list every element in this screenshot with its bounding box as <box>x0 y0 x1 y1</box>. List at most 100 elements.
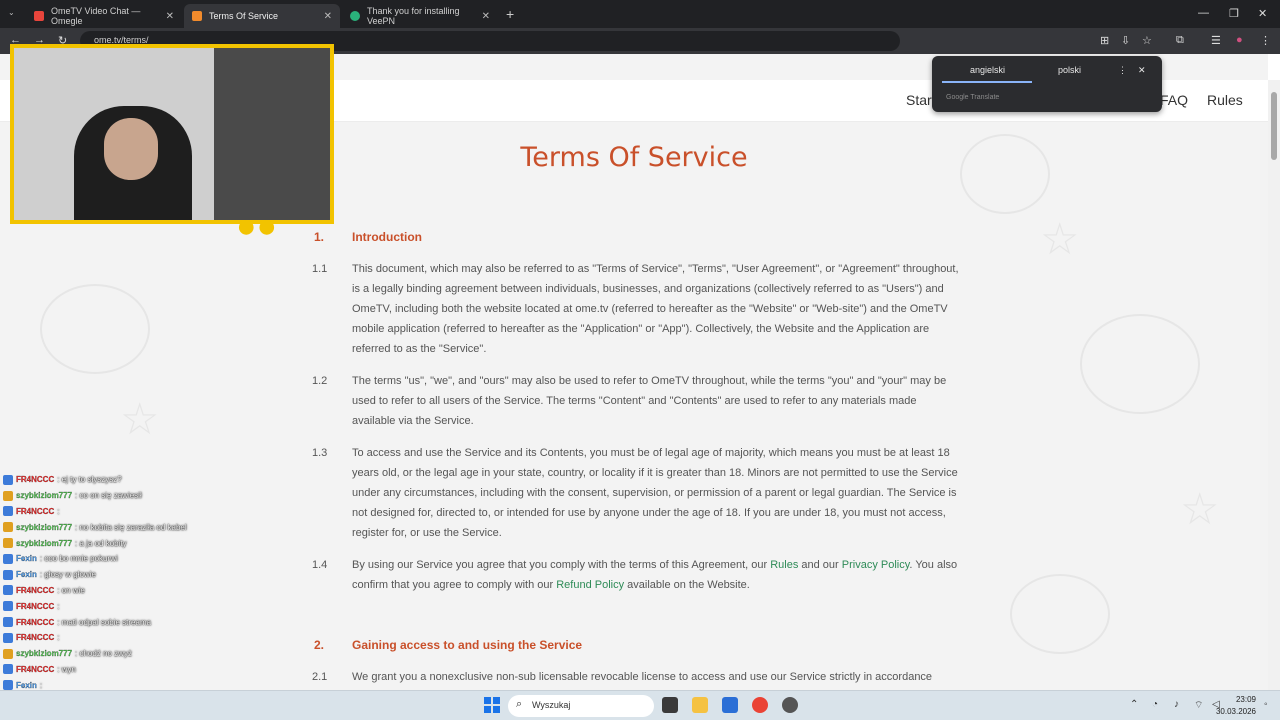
chat-message: FR4NCCC: <box>0 504 250 520</box>
paragraph-1-1: This document, which may also be referre… <box>352 263 959 355</box>
browser-tab-strip: ⌄ OmeTV Video Chat — Omegle ✕ Terms Of S… <box>0 0 1280 28</box>
chat-message: FR4NCCC: ej ty to słyszysz? <box>0 472 250 488</box>
store-icon[interactable] <box>722 697 738 713</box>
chat-message: FR4NCCC: on wie <box>0 583 250 599</box>
close-tab-icon[interactable]: ✕ <box>166 11 174 22</box>
chat-username: FR4NCCC <box>16 617 55 627</box>
paragraph-1-3: To access and use the Service and its Co… <box>352 447 958 539</box>
close-window-icon[interactable]: ✕ <box>1258 7 1267 20</box>
tab-terms-of-service[interactable]: Terms Of Service ✕ <box>184 4 340 28</box>
chat-message: Fexin: coo bo mnie pokurwi <box>0 551 250 567</box>
windows-start-icon[interactable] <box>484 697 500 713</box>
translate-source-language-tab[interactable]: angielski <box>970 65 1005 75</box>
wifi-icon[interactable]: ⌔ <box>1194 699 1203 712</box>
background-doodle <box>40 284 150 374</box>
nav-faq-link[interactable]: FAQ <box>1160 92 1188 108</box>
translate-icon[interactable]: ⊞ <box>1100 34 1109 47</box>
network-icon[interactable]: ◔ <box>1152 699 1158 710</box>
refund-policy-link[interactable]: Refund Policy <box>556 579 624 591</box>
chat-badge-icon <box>3 553 13 564</box>
chat-username: szybkiziom777 <box>16 491 73 501</box>
chat-badge-icon <box>3 680 13 690</box>
nav-rules-link[interactable]: Rules <box>1207 92 1243 108</box>
tab-search-chevron-icon[interactable]: ⌄ <box>8 8 15 17</box>
chat-message: Fexin: głosy w głowie <box>0 567 250 583</box>
new-tab-plus-icon[interactable]: + <box>506 6 514 22</box>
chat-text: : co on się zawiesił <box>75 491 142 501</box>
page-scrollbar[interactable] <box>1268 80 1280 690</box>
rules-link[interactable]: Rules <box>770 559 798 571</box>
taskbar-search-box[interactable]: ⌕ Wyszukaj <box>508 695 654 717</box>
task-view-icon[interactable] <box>662 697 678 713</box>
microphone-icon[interactable]: ♪ <box>1174 699 1179 710</box>
streamer-face <box>104 118 158 180</box>
chat-message: szybkiziom777: chodź no zwyż <box>0 646 250 662</box>
terms-favicon-icon <box>192 11 202 21</box>
taskbar-clock[interactable]: 23:09 30.03.2026 <box>1216 694 1256 718</box>
paragraph-1-4: By using our Service you agree that you … <box>352 555 962 595</box>
chat-text: : wyn <box>57 664 76 674</box>
chat-username: szybkiziom777 <box>16 522 73 532</box>
chat-text: : głosy w głowie <box>39 570 96 580</box>
privacy-policy-link[interactable]: Privacy Policy <box>842 559 910 571</box>
chat-badge-icon <box>3 506 13 517</box>
bookmark-star-icon[interactable]: ☆ <box>1142 34 1152 47</box>
translate-footer: Google Translate <box>946 94 1000 101</box>
chat-message: FR4NCCC: <box>0 598 250 614</box>
paragraph-text: By using our Service you agree that you … <box>352 559 771 571</box>
maximize-icon[interactable]: ❐ <box>1229 7 1239 20</box>
translate-target-language-tab[interactable]: polski <box>1058 65 1081 75</box>
chat-badge-icon <box>3 617 13 628</box>
chat-badge-icon <box>3 569 13 580</box>
chat-text: : <box>57 633 60 643</box>
webcam-background <box>214 48 330 220</box>
clock-time: 23:09 <box>1235 695 1256 704</box>
background-doodle <box>1080 314 1200 414</box>
tray-chevron-icon[interactable]: ⌃ <box>1130 699 1138 710</box>
background-star-icon: ☆ <box>1040 215 1080 264</box>
sunglasses-icon: ●● <box>236 207 278 245</box>
chat-username: FR4NCCC <box>16 633 55 643</box>
tab-veepn[interactable]: Thank you for installing VeePN ✕ <box>342 4 498 28</box>
translate-close-icon[interactable]: ✕ <box>1138 65 1146 76</box>
paragraph-number: 1.4 <box>312 559 328 571</box>
browser-menu-icon[interactable]: ⋮ <box>1260 34 1271 47</box>
paragraph-number: 1.3 <box>312 447 328 459</box>
notification-bell-icon[interactable]: ◦ <box>1264 699 1268 710</box>
profile-avatar-icon[interactable]: ● <box>1236 34 1243 46</box>
chat-badge-icon <box>3 538 13 549</box>
search-placeholder: Wyszukaj <box>532 700 571 710</box>
chat-badge-icon <box>3 632 13 643</box>
chat-message: FR4NCCC: <box>0 630 250 646</box>
tab-label: OmeTV Video Chat — Omegle <box>51 6 141 26</box>
chat-badge-icon <box>3 490 13 501</box>
chat-username: szybkiziom777 <box>16 538 73 548</box>
tab-ometv[interactable]: OmeTV Video Chat — Omegle ✕ <box>26 4 182 28</box>
chat-badge-icon <box>3 664 13 675</box>
chat-username: FR4NCCC <box>16 475 55 485</box>
minimize-icon[interactable]: — <box>1198 7 1209 19</box>
extensions-icon[interactable]: ⧉ <box>1176 34 1184 47</box>
paragraph-number: 1.2 <box>312 375 328 387</box>
chat-username: Fexin <box>16 570 37 580</box>
close-tab-icon[interactable]: ✕ <box>482 11 490 22</box>
background-star-icon: ☆ <box>120 395 160 444</box>
translate-options-icon[interactable]: ⋮ <box>1118 65 1127 76</box>
chat-text: : <box>57 601 60 611</box>
chrome-icon[interactable] <box>752 697 768 713</box>
reading-list-icon[interactable]: ☰ <box>1211 34 1221 47</box>
chat-username: szybkiziom777 <box>16 649 73 659</box>
file-explorer-icon[interactable] <box>692 697 708 713</box>
chat-text: : a ja od kobity <box>75 538 127 548</box>
close-tab-icon[interactable]: ✕ <box>324 11 332 22</box>
obs-icon[interactable] <box>782 697 798 713</box>
section-number: 2. <box>314 638 325 652</box>
search-icon: ⌕ <box>516 698 523 710</box>
chat-text: : on wie <box>57 585 85 595</box>
scrollbar-thumb[interactable] <box>1271 92 1277 160</box>
webcam-overlay <box>10 44 334 224</box>
chat-badge-icon <box>3 474 13 485</box>
windows-taskbar: ⌕ Wyszukaj ⌃ ◔ ♪ ⌔ ◁ 23:09 30.03.2026 ◦ <box>0 690 1280 720</box>
chat-message: szybkiziom777: co on się zawiesił <box>0 488 250 504</box>
install-app-icon[interactable]: ⇩ <box>1121 34 1130 47</box>
